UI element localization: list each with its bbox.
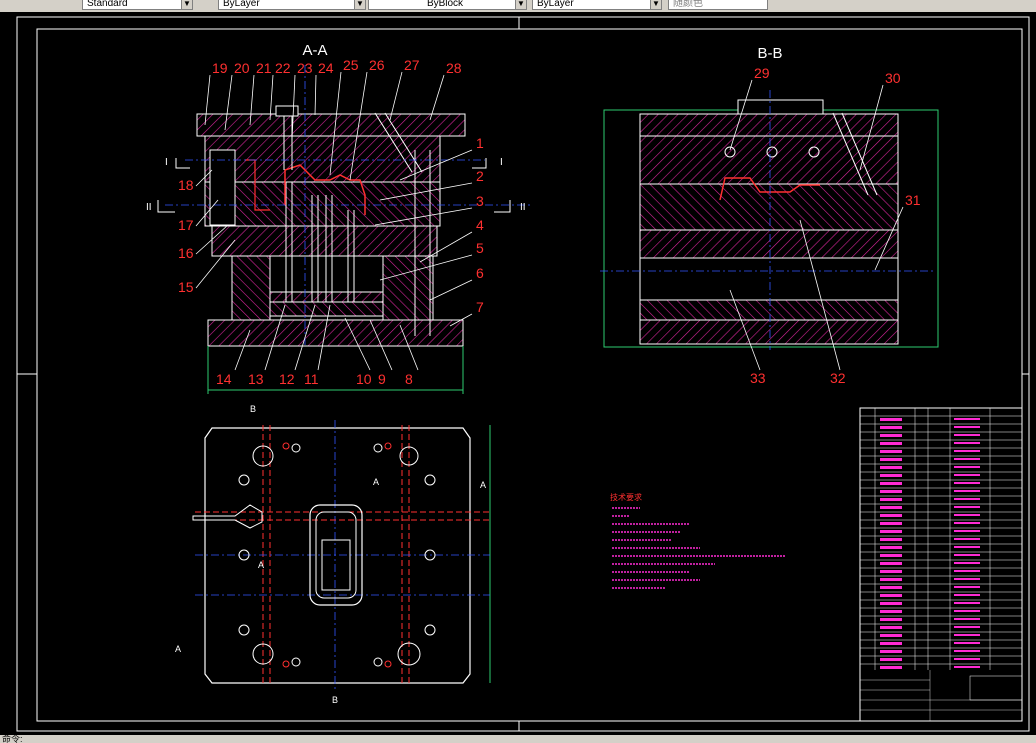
svg-text:4: 4 xyxy=(476,217,484,233)
svg-text:14: 14 xyxy=(216,371,232,387)
svg-text:3: 3 xyxy=(476,193,484,209)
command-prompt: 命令: xyxy=(2,735,23,743)
svg-text:33: 33 xyxy=(750,370,766,386)
svg-text:1: 1 xyxy=(476,135,484,151)
svg-text:15: 15 xyxy=(178,279,194,295)
text-style-select[interactable]: Standard xyxy=(82,0,182,10)
linetype-select[interactable]: ByBlock xyxy=(368,0,518,10)
svg-text:28: 28 xyxy=(446,60,462,76)
fixed-mold-plate xyxy=(204,135,441,183)
technical-notes: 技术要求 xyxy=(610,492,785,589)
chevron-down-icon[interactable]: ▼ xyxy=(181,0,193,10)
svg-text:16: 16 xyxy=(178,245,194,261)
svg-text:26: 26 xyxy=(369,57,385,73)
section-b-b-title: B-B xyxy=(757,45,782,62)
svg-text:32: 32 xyxy=(830,370,846,386)
svg-text:21: 21 xyxy=(256,60,272,76)
spacer-block-left xyxy=(231,255,271,321)
text-style-icon[interactable] xyxy=(66,0,79,10)
svg-text:31: 31 xyxy=(905,192,921,208)
lineweight-select[interactable]: ByLayer xyxy=(532,0,652,10)
top-clamp-plate xyxy=(196,113,466,137)
section-b-b: B-B 29 30 31 33 32 xyxy=(600,45,939,386)
svg-text:11: 11 xyxy=(304,371,319,387)
bottom-clamp-plate xyxy=(207,319,464,347)
svg-text:24: 24 xyxy=(318,60,334,76)
cad-drawing: A-A I I II II 19 20 21 22 23 24 25 26 27… xyxy=(16,16,1030,732)
svg-text:12: 12 xyxy=(279,371,295,387)
plot-style-select[interactable]: 随颜色 xyxy=(668,0,768,10)
svg-text:27: 27 xyxy=(404,57,420,73)
svg-text:17: 17 xyxy=(178,217,194,233)
svg-text:6: 6 xyxy=(476,265,484,281)
plan-view: B B A A A A xyxy=(175,404,491,705)
ejector-plate xyxy=(269,301,384,317)
svg-text:13: 13 xyxy=(248,371,264,387)
svg-text:9: 9 xyxy=(378,371,386,387)
section-mark: B xyxy=(250,404,256,414)
svg-text:18: 18 xyxy=(178,177,194,193)
title-block xyxy=(859,407,1023,722)
layer-select[interactable]: ByLayer xyxy=(218,0,358,10)
section-mark: II xyxy=(146,202,152,213)
section-mark: A xyxy=(258,560,264,570)
svg-text:25: 25 xyxy=(343,57,359,73)
callouts-right: 1 2 3 4 5 6 7 xyxy=(476,135,484,315)
callouts-bottom: 14 13 12 11 10 9 8 xyxy=(216,371,413,387)
callouts-left: 18 17 16 15 xyxy=(178,177,194,295)
section-mark: B xyxy=(332,695,338,705)
svg-text:5: 5 xyxy=(476,240,484,256)
command-line[interactable]: 命令: xyxy=(0,735,1036,743)
spacer-block-right xyxy=(382,255,434,321)
svg-text:8: 8 xyxy=(405,371,413,387)
section-mark: A xyxy=(175,644,181,654)
layer-icon[interactable] xyxy=(204,0,217,10)
section-mark: A xyxy=(373,477,379,487)
svg-text:10: 10 xyxy=(356,371,372,387)
chevron-down-icon[interactable]: ▼ xyxy=(354,0,366,10)
svg-text:19: 19 xyxy=(212,60,228,76)
section-mark: I xyxy=(165,157,168,168)
svg-text:2: 2 xyxy=(476,168,484,184)
callouts-top: 19 20 21 22 23 24 25 26 27 28 xyxy=(212,57,462,76)
svg-text:23: 23 xyxy=(297,60,313,76)
section-a-a-title: A-A xyxy=(302,42,327,59)
svg-text:7: 7 xyxy=(476,299,484,315)
chevron-down-icon[interactable]: ▼ xyxy=(515,0,527,10)
section-mark: A xyxy=(480,480,486,490)
svg-text:22: 22 xyxy=(275,60,291,76)
svg-text:20: 20 xyxy=(234,60,250,76)
svg-text:29: 29 xyxy=(754,65,770,81)
svg-text:30: 30 xyxy=(885,70,901,86)
notes-title: 技术要求 xyxy=(610,492,642,502)
drawing-canvas[interactable]: A-A I I II II 19 20 21 22 23 24 25 26 27… xyxy=(0,12,1036,735)
section-mark: I xyxy=(500,157,503,168)
section-mark: II xyxy=(520,202,526,213)
chevron-down-icon[interactable]: ▼ xyxy=(650,0,662,10)
section-a-a: A-A I I II II 19 20 21 22 23 24 25 26 27… xyxy=(146,42,530,394)
support-plate xyxy=(211,225,438,257)
